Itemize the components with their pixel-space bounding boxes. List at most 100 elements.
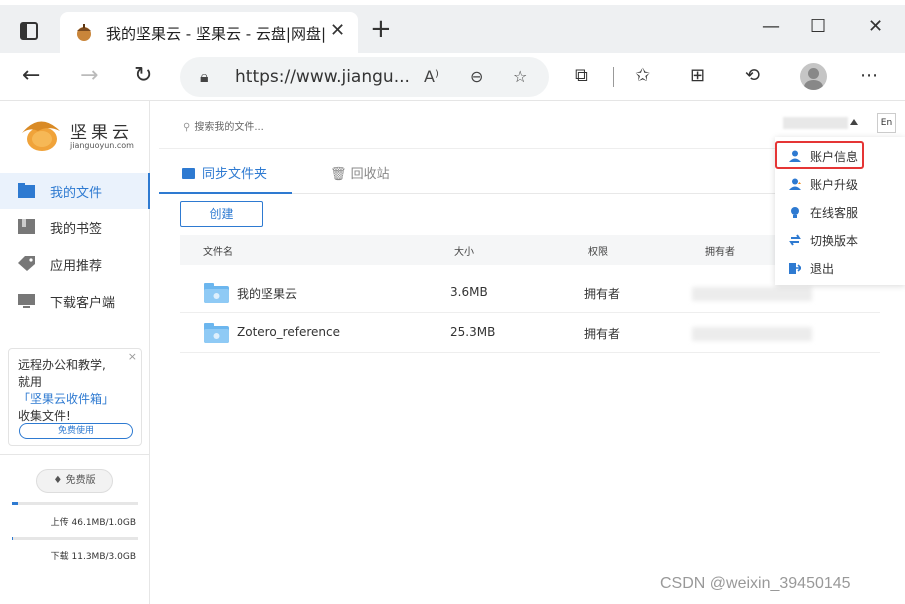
folder-icon [18, 183, 35, 198]
acorn-icon [77, 24, 91, 41]
file-name[interactable]: 我的坚果云 [237, 285, 297, 302]
free-plan-badge[interactable]: ♦ 免费版 [36, 469, 113, 493]
tab-close-icon[interactable]: ✕ [330, 20, 345, 41]
column-header-name[interactable]: 文件名 [203, 243, 233, 258]
tab-sync-folders[interactable]: 同步文件夹 [182, 163, 267, 182]
watermark: CSDN @weixin_39450145 [660, 575, 851, 592]
promo-line-2-prefix: 就用 [18, 375, 43, 389]
sidebar-divider [0, 454, 150, 455]
active-tab-indicator [159, 192, 292, 194]
sidebar-icon[interactable] [20, 22, 38, 40]
column-header-permission[interactable]: 权限 [588, 243, 608, 258]
profile-icon[interactable] [800, 63, 827, 90]
menu-item-label: 退出 [810, 262, 835, 276]
back-icon[interactable]: ← [22, 63, 40, 89]
tab-label: 同步文件夹 [202, 167, 268, 182]
caret-up-icon[interactable] [850, 119, 858, 125]
upload-usage-text: 上传 46.1MB/1.0GB [50, 518, 136, 528]
promo-card: × 远程办公和教学, 就用「坚果云收件箱」 收集文件! 免费使用 [8, 348, 142, 446]
username-blurred[interactable] [783, 117, 848, 129]
language-toggle[interactable]: En [877, 113, 896, 133]
download-usage-fill [12, 537, 13, 540]
table-row[interactable]: Zotero_reference 25.3MB 拥有者 [180, 313, 880, 353]
collections-icon[interactable]: ⊞ [690, 65, 705, 86]
tab-title: 我的坚果云 - 坚果云 - 云盘|网盘| [106, 25, 326, 43]
history-icon[interactable]: ⟲ [745, 65, 760, 86]
maximize-button[interactable]: ☐ [810, 16, 826, 37]
switch-icon [789, 234, 801, 246]
file-permission: 拥有者 [584, 287, 621, 301]
column-header-size[interactable]: 大小 [454, 243, 474, 258]
search-icon: ⚲ [183, 122, 191, 133]
read-aloud-icon[interactable]: A⁾ [424, 67, 439, 86]
promo-inbox-link[interactable]: 「坚果云收件箱」 [18, 392, 114, 406]
more-icon[interactable]: ⋯ [860, 65, 878, 86]
sidebar-item-label: 下载客户端 [50, 296, 116, 311]
sidebar-item-bookmarks[interactable]: 我的书签 [0, 209, 150, 245]
column-header-owner[interactable]: 拥有者 [705, 243, 735, 258]
tag-icon [18, 256, 35, 271]
logo-text: 坚果云 [70, 123, 133, 143]
forward-icon[interactable]: → [80, 63, 98, 89]
upload-usage-fill [12, 502, 18, 505]
folder-icon [182, 168, 195, 179]
browser-tab-bar: 我的坚果云 - 坚果云 - 云盘|网盘| ✕ + — ☐ ✕ [0, 0, 905, 53]
sidebar-item-label: 应用推荐 [50, 259, 103, 274]
download-usage-text: 下载 11.3MB/3.0GB [50, 552, 136, 562]
browser-tab[interactable]: 我的坚果云 - 坚果云 - 云盘|网盘| ✕ [60, 12, 358, 53]
search-placeholder: 搜索我的文件... [194, 122, 264, 133]
sidebar-item-label: 我的书签 [50, 222, 103, 237]
menu-item-account-upgrade[interactable]: 账户升级 [775, 170, 905, 198]
folder-icon [204, 323, 229, 343]
tab-recycle-bin[interactable]: 🗑︎ 回收站 [330, 163, 390, 182]
menu-item-label: 账户升级 [810, 178, 859, 192]
free-use-button[interactable]: 免费使用 [19, 423, 133, 439]
logout-icon [789, 263, 801, 274]
toolbar-separator [613, 67, 614, 87]
file-size: 3.6MB [450, 285, 488, 299]
favorites-icon[interactable]: ✩ [635, 65, 650, 86]
menu-item-online-support[interactable]: 在线客服 [775, 198, 905, 226]
trash-icon: 🗑︎ [330, 167, 347, 182]
menu-item-label: 切换版本 [810, 234, 859, 248]
close-window-button[interactable]: ✕ [868, 16, 883, 37]
file-permission: 拥有者 [584, 327, 621, 341]
extensions-icon[interactable]: ⧉ [575, 65, 588, 86]
account-dropdown: 账户信息 账户升级 在线客服 切换版本 退出 [775, 137, 905, 285]
nut-logo-icon [22, 121, 60, 151]
file-name[interactable]: Zotero_reference [237, 325, 340, 339]
browser-toolbar: ← → ↻ 🔒︎ https://www.jiangu... A⁾ ⊖ ☆ ⧉ … [0, 53, 905, 101]
new-tab-button[interactable]: + [370, 16, 392, 42]
menu-item-logout[interactable]: 退出 [775, 254, 905, 282]
logo[interactable]: 坚果云 jianguoyun.com [18, 113, 143, 153]
url-text[interactable]: https://www.jiangu... [235, 67, 410, 87]
search-input[interactable]: ⚲ 搜索我的文件... [183, 118, 264, 133]
sidebar-item-label: 我的文件 [50, 186, 103, 201]
tab-label: 回收站 [350, 167, 390, 182]
sidebar-item-apps[interactable]: 应用推荐 [0, 246, 150, 282]
refresh-icon[interactable]: ↻ [134, 63, 152, 89]
title-strip [0, 0, 905, 5]
file-size: 25.3MB [450, 325, 496, 339]
monitor-icon [18, 294, 35, 308]
zoom-icon[interactable]: ⊖ [470, 67, 483, 86]
logo-subtext: jianguoyun.com [70, 141, 134, 150]
minimize-button[interactable]: — [762, 16, 780, 37]
lock-icon[interactable]: 🔒︎ [200, 67, 209, 87]
address-bar[interactable]: 🔒︎ https://www.jiangu... A⁾ ⊖ ☆ [180, 57, 549, 97]
promo-text: 远程办公和教学, 就用「坚果云收件箱」 收集文件! [18, 357, 138, 425]
user-upgrade-icon [789, 178, 801, 190]
support-icon [791, 207, 799, 218]
promo-line-1: 远程办公和教学, [18, 358, 106, 372]
plan-label: 免费版 [65, 475, 96, 486]
highlight-box [775, 141, 864, 169]
sidebar-item-download-client[interactable]: 下载客户端 [0, 283, 150, 319]
bookmark-icon [18, 219, 35, 234]
menu-item-switch-version[interactable]: 切换版本 [775, 226, 905, 254]
menu-item-label: 在线客服 [810, 206, 859, 220]
favorite-add-icon[interactable]: ☆ [513, 67, 527, 86]
create-button[interactable]: 创建 [180, 201, 263, 227]
sidebar-item-my-files[interactable]: 我的文件 [0, 173, 150, 209]
upload-usage-bar [12, 502, 138, 505]
file-owner-blurred [692, 327, 812, 341]
